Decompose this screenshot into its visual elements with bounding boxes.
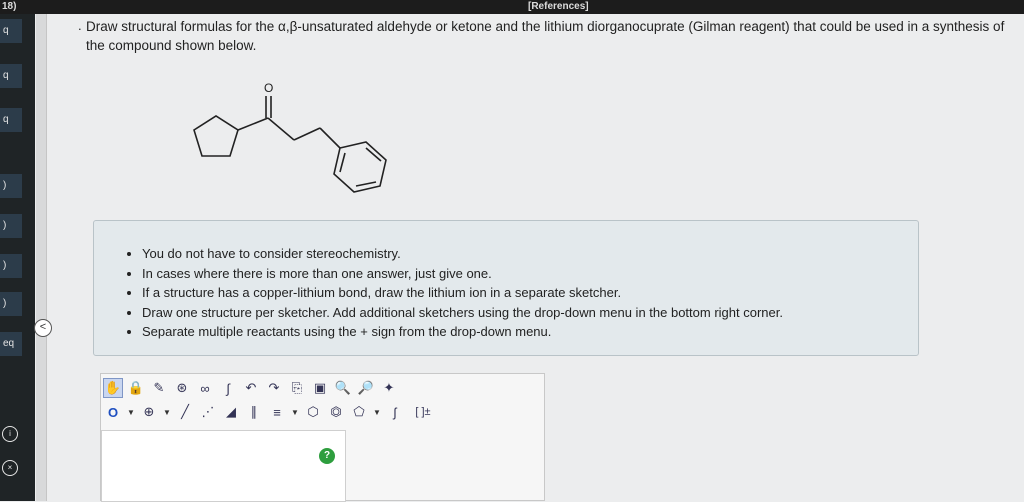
- instruction-item: Draw one structure per sketcher. Add add…: [142, 303, 918, 323]
- charge-tool[interactable]: ⊕: [139, 402, 159, 422]
- sidebar-item-8[interactable]: eq: [0, 332, 22, 356]
- chain-icon[interactable]: ∞: [195, 378, 215, 398]
- chevron-down-icon[interactable]: ▼: [372, 402, 382, 422]
- hashed-bond-icon[interactable]: ⋰: [198, 402, 218, 422]
- cyclohexane-icon[interactable]: ⬡: [303, 402, 323, 422]
- question-text: Draw structural formulas for the α,β-uns…: [86, 19, 1005, 53]
- double-bond-icon[interactable]: ∥: [244, 402, 264, 422]
- chevron-down-icon[interactable]: ▼: [162, 402, 172, 422]
- cyclopentane-ring: [193, 115, 239, 157]
- question-bullet: .: [78, 18, 82, 33]
- bond-ring-carbonyl: [237, 117, 269, 131]
- element-selector[interactable]: O: [103, 402, 123, 422]
- triple-bond-icon[interactable]: ≡: [267, 402, 287, 422]
- ring-template-icon[interactable]: ⊛: [172, 378, 192, 398]
- bracket-tool[interactable]: [ ]±: [408, 402, 438, 422]
- sidebar-item-1[interactable]: q: [0, 19, 22, 43]
- sidebar-item-7[interactable]: ): [0, 292, 22, 316]
- chevron-down-icon[interactable]: ▼: [126, 402, 136, 422]
- instructions-panel: You do not have to consider stereochemis…: [93, 220, 919, 356]
- sidebar: q q q ) ) ) ) eq i ×: [0, 14, 35, 501]
- sidebar-item-label: ): [3, 260, 7, 271]
- copy-icon[interactable]: ⎘: [287, 378, 307, 398]
- collapse-sidebar-button[interactable]: <: [34, 319, 52, 337]
- clean-icon[interactable]: ✦: [379, 378, 399, 398]
- cyclopentane-icon[interactable]: ⬠: [349, 402, 369, 422]
- sidebar-item-label: q: [3, 70, 9, 81]
- benzene-icon[interactable]: ⏣: [326, 402, 346, 422]
- sketcher-toolbar-bottom: O ▼ ⊕ ▼ ╱ ⋰ ◢ ∥ ≡ ▼ ⬡ ⏣ ⬠ ▼ ʃ [ ]±: [103, 401, 438, 423]
- eraser-icon[interactable]: ✎: [149, 378, 169, 398]
- lasso-icon[interactable]: 🔒: [126, 378, 146, 398]
- redo-icon[interactable]: ↷: [264, 378, 284, 398]
- chevron-down-icon[interactable]: ▼: [290, 402, 300, 422]
- sidebar-item-label: eq: [3, 338, 15, 349]
- sketcher-toolbar-top: ✋ 🔒 ✎ ⊛ ∞ ∫ ↶ ↷ ⎘ ▣ 🔍 🔎 ✦: [103, 377, 399, 399]
- sidebar-item-5[interactable]: ): [0, 214, 22, 238]
- help-button[interactable]: ?: [319, 448, 335, 464]
- instruction-item: In cases where there is more than one an…: [142, 264, 918, 284]
- sidebar-item-label: ): [3, 220, 7, 231]
- sidebar-item-label: ): [3, 298, 7, 309]
- top-bar: 18) [References]: [0, 0, 1024, 14]
- references-link[interactable]: [References]: [528, 1, 589, 12]
- hand-icon[interactable]: ✋: [103, 378, 123, 398]
- single-bond-icon[interactable]: ╱: [175, 402, 195, 422]
- instruction-item: If a structure has a copper-lithium bond…: [142, 283, 918, 303]
- wedge-bond-icon[interactable]: ◢: [221, 402, 241, 422]
- sidebar-item-3[interactable]: q: [0, 108, 22, 132]
- zoom-out-icon[interactable]: 🔎: [356, 378, 376, 398]
- sidebar-item-label: q: [3, 25, 9, 36]
- sidebar-item-label: q: [3, 114, 9, 125]
- question-number: 18): [2, 1, 17, 12]
- undo-icon[interactable]: ↶: [241, 378, 261, 398]
- sidebar-item-label: ): [3, 180, 7, 191]
- paste-icon[interactable]: ▣: [310, 378, 330, 398]
- sidebar-rail: [36, 14, 47, 501]
- mirror-icon[interactable]: ∫: [218, 378, 238, 398]
- sidebar-item-4[interactable]: ): [0, 174, 22, 198]
- instruction-item: You do not have to consider stereochemis…: [142, 244, 918, 264]
- sidebar-item-2[interactable]: q: [0, 64, 22, 88]
- info-icon[interactable]: i: [2, 426, 18, 442]
- zoom-in-icon[interactable]: 🔍: [333, 378, 353, 398]
- sidebar-item-6[interactable]: ): [0, 254, 22, 278]
- target-molecule-structure: O: [193, 81, 387, 193]
- sketcher-canvas[interactable]: [101, 430, 346, 502]
- close-icon[interactable]: ×: [2, 460, 18, 476]
- oxygen-atom-label: O: [264, 81, 273, 95]
- structure-sketcher: ✋ 🔒 ✎ ⊛ ∞ ∫ ↶ ↷ ⎘ ▣ 🔍 🔎 ✦ O ▼ ⊕ ▼ ╱ ⋰ ◢ …: [100, 373, 545, 502]
- function-icon[interactable]: ʃ: [385, 402, 405, 422]
- instruction-item: Separate multiple reactants using the + …: [142, 322, 918, 342]
